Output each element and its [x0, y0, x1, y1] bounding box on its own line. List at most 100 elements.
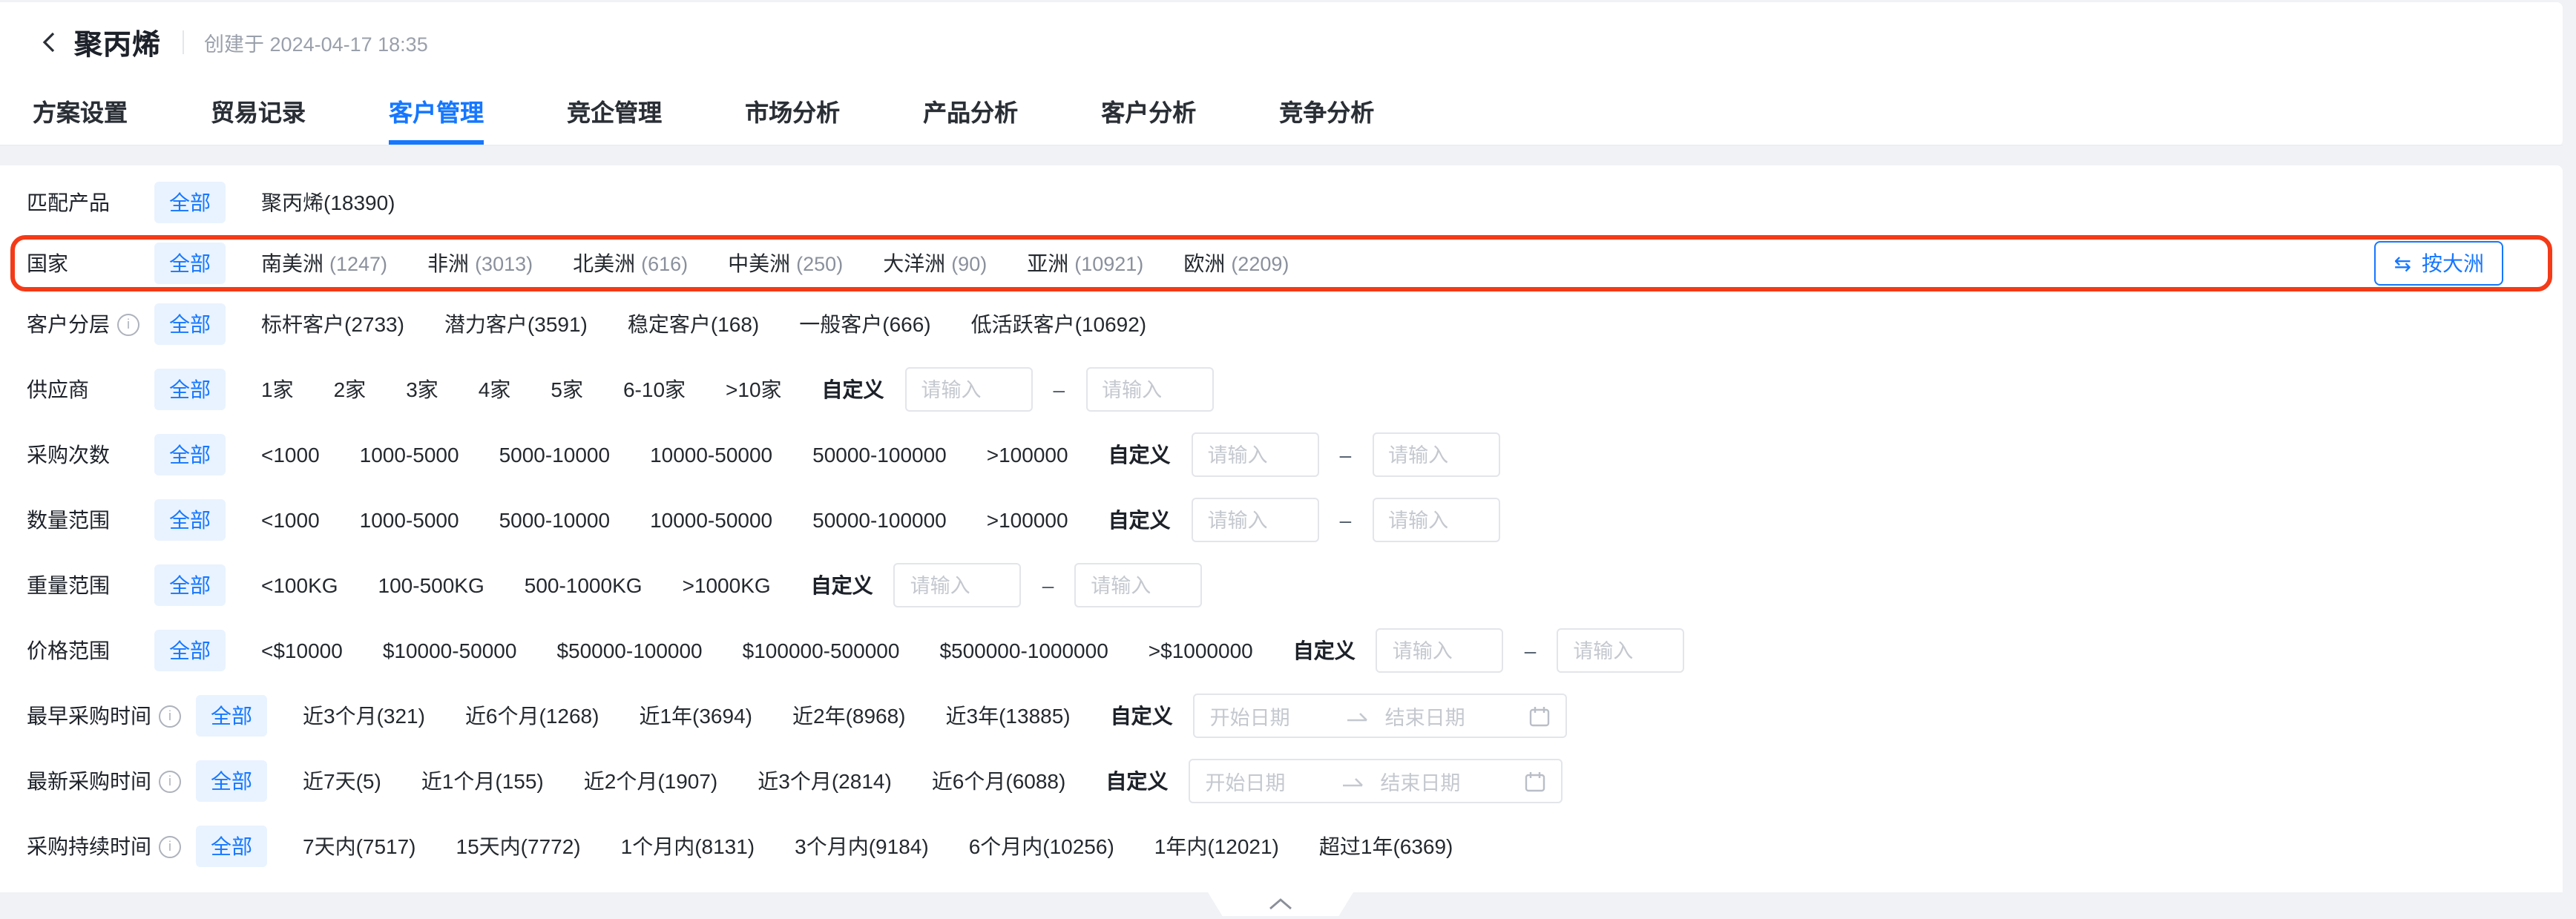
- info-icon[interactable]: i: [159, 770, 181, 792]
- filter-purchase-duration-option[interactable]: 15天内(7772): [456, 831, 581, 861]
- filter-weight-range-option[interactable]: 100-500KG: [378, 573, 484, 597]
- filter-latest-purchase-time-custom[interactable]: 自定义: [1105, 766, 1168, 796]
- filter-customer-tier-option[interactable]: 一般客户(666): [799, 309, 930, 339]
- filter-suppliers-option[interactable]: 4家: [479, 375, 511, 404]
- filter-matched-product-option[interactable]: 聚丙烯(18390): [261, 188, 395, 217]
- filter-price-range-option[interactable]: >$1000000: [1149, 639, 1253, 662]
- back-button[interactable]: [36, 29, 62, 56]
- filter-suppliers-custom[interactable]: 自定义: [822, 375, 884, 404]
- filter-country-option[interactable]: 亚洲(10921): [1027, 248, 1143, 278]
- filter-price-range-max-input[interactable]: [1557, 628, 1684, 673]
- filter-quantity-range-option[interactable]: >100000: [987, 508, 1068, 532]
- filter-purchase-duration-option[interactable]: 超过1年(6369): [1319, 831, 1453, 861]
- filter-price-range-option[interactable]: $50000-100000: [556, 639, 702, 662]
- filter-country-option[interactable]: 非洲(3013): [427, 248, 533, 278]
- filter-price-range-all[interactable]: 全部: [154, 630, 226, 671]
- filter-weight-range-option[interactable]: >1000KG: [683, 573, 771, 597]
- filter-suppliers-option[interactable]: 6-10家: [623, 375, 686, 404]
- filter-quantity-range-max-input[interactable]: [1372, 498, 1499, 542]
- tab-customer-management[interactable]: 客户管理: [389, 76, 484, 145]
- filter-purchase-count-option[interactable]: <1000: [261, 443, 320, 467]
- filter-country-option[interactable]: 中美洲(250): [728, 248, 843, 278]
- filter-quantity-range-option[interactable]: 1000-5000: [360, 508, 459, 532]
- filter-earliest-purchase-time-custom[interactable]: 自定义: [1111, 701, 1173, 731]
- filter-quantity-range-custom[interactable]: 自定义: [1108, 505, 1171, 535]
- filter-earliest-purchase-time-option[interactable]: 近1年(3694): [639, 701, 752, 731]
- filter-matched-product-all[interactable]: 全部: [154, 182, 226, 223]
- filter-weight-range-option[interactable]: <100KG: [261, 573, 338, 597]
- info-icon[interactable]: i: [159, 835, 181, 857]
- filter-purchase-count-option[interactable]: >100000: [987, 443, 1068, 467]
- filter-purchase-duration-option[interactable]: 7天内(7517): [303, 831, 416, 861]
- filter-country-option[interactable]: 大洋洲(90): [883, 248, 987, 278]
- tab-product-analysis[interactable]: 产品分析: [923, 76, 1018, 145]
- filter-suppliers-max-input[interactable]: [1085, 367, 1213, 412]
- tab-market-analysis[interactable]: 市场分析: [745, 76, 840, 145]
- filter-price-range-custom[interactable]: 自定义: [1293, 636, 1356, 665]
- filter-quantity-range-min-input[interactable]: [1192, 498, 1319, 542]
- filter-latest-purchase-time-date-range-input[interactable]: 开始日期结束日期: [1189, 759, 1563, 803]
- filter-customer-tier-option[interactable]: 稳定客户(168): [628, 309, 759, 339]
- filter-earliest-purchase-time-option[interactable]: 近6个月(1268): [465, 701, 599, 731]
- tab-competition-analysis[interactable]: 竞争分析: [1279, 76, 1374, 145]
- filter-country-option[interactable]: 欧洲(2209): [1183, 248, 1289, 278]
- filter-purchase-count-all[interactable]: 全部: [154, 434, 226, 475]
- filter-latest-purchase-time-option[interactable]: 近3个月(2814): [758, 766, 892, 796]
- collapse-panel-button[interactable]: [1208, 892, 1353, 916]
- filter-weight-range-all[interactable]: 全部: [154, 564, 226, 606]
- filter-price-range-option[interactable]: <$10000: [261, 639, 343, 662]
- filter-suppliers-min-input[interactable]: [905, 367, 1033, 412]
- filter-country-all[interactable]: 全部: [154, 243, 226, 284]
- info-icon[interactable]: i: [117, 313, 139, 335]
- tab-plan-settings[interactable]: 方案设置: [33, 76, 128, 145]
- filter-earliest-purchase-time-option[interactable]: 近2年(8968): [792, 701, 906, 731]
- filter-price-range-min-input[interactable]: [1376, 628, 1504, 673]
- filter-price-range-option[interactable]: $10000-50000: [383, 639, 517, 662]
- filter-weight-range-max-input[interactable]: [1074, 563, 1202, 607]
- filter-quantity-range-option[interactable]: <1000: [261, 508, 320, 532]
- filter-earliest-purchase-time-all[interactable]: 全部: [196, 695, 267, 737]
- tab-trade-records[interactable]: 贸易记录: [211, 76, 306, 145]
- filter-country-option[interactable]: 北美洲(616): [573, 248, 688, 278]
- filter-customer-tier-option[interactable]: 低活跃客户(10692): [971, 309, 1147, 339]
- filter-purchase-count-option[interactable]: 1000-5000: [360, 443, 459, 467]
- filter-suppliers-option[interactable]: 2家: [334, 375, 367, 404]
- filter-purchase-duration-option[interactable]: 1个月内(8131): [621, 831, 755, 861]
- filter-customer-tier-option[interactable]: 潜力客户(3591): [444, 309, 588, 339]
- filter-weight-range-option[interactable]: 500-1000KG: [525, 573, 643, 597]
- filter-purchase-count-option[interactable]: 10000-50000: [650, 443, 772, 467]
- filter-purchase-duration-option[interactable]: 3个月内(9184): [795, 831, 929, 861]
- filter-weight-range-custom[interactable]: 自定义: [811, 570, 873, 600]
- filter-purchase-count-min-input[interactable]: [1192, 432, 1319, 477]
- filter-purchase-count-option[interactable]: 50000-100000: [812, 443, 947, 467]
- filter-earliest-purchase-time-option[interactable]: 近3年(13885): [946, 701, 1071, 731]
- tab-competitor-management[interactable]: 竞企管理: [567, 76, 662, 145]
- filter-customer-tier-option[interactable]: 标杆客户(2733): [261, 309, 404, 339]
- filter-latest-purchase-time-option[interactable]: 近6个月(6088): [932, 766, 1066, 796]
- filter-latest-purchase-time-option[interactable]: 近2个月(1907): [584, 766, 718, 796]
- filter-earliest-purchase-time-date-range-input[interactable]: 开始日期结束日期: [1194, 694, 1568, 738]
- filter-quantity-range-option[interactable]: 50000-100000: [812, 508, 947, 532]
- tab-customer-analysis[interactable]: 客户分析: [1101, 76, 1196, 145]
- filter-latest-purchase-time-all[interactable]: 全部: [196, 760, 267, 802]
- info-icon[interactable]: i: [159, 705, 181, 727]
- filter-price-range-option[interactable]: $500000-1000000: [939, 639, 1108, 662]
- filter-latest-purchase-time-option[interactable]: 近1个月(155): [421, 766, 544, 796]
- filter-quantity-range-all[interactable]: 全部: [154, 499, 226, 541]
- filter-purchase-duration-option[interactable]: 1年内(12021): [1154, 831, 1279, 861]
- filter-quantity-range-option[interactable]: 5000-10000: [499, 508, 611, 532]
- filter-latest-purchase-time-option[interactable]: 近7天(5): [303, 766, 381, 796]
- filter-price-range-option[interactable]: $100000-500000: [743, 639, 900, 662]
- filter-suppliers-option[interactable]: 1家: [261, 375, 294, 404]
- filter-quantity-range-option[interactable]: 10000-50000: [650, 508, 772, 532]
- filter-purchase-duration-all[interactable]: 全部: [196, 826, 267, 867]
- filter-customer-tier-all[interactable]: 全部: [154, 303, 226, 345]
- filter-earliest-purchase-time-option[interactable]: 近3个月(321): [303, 701, 425, 731]
- filter-purchase-duration-option[interactable]: 6个月内(10256): [969, 831, 1114, 861]
- filter-country-option[interactable]: 南美洲(1247): [261, 248, 387, 278]
- filter-suppliers-all[interactable]: 全部: [154, 369, 226, 410]
- filter-purchase-count-custom[interactable]: 自定义: [1108, 440, 1171, 470]
- filter-suppliers-option[interactable]: >10家: [726, 375, 782, 404]
- filter-suppliers-option[interactable]: 5家: [551, 375, 583, 404]
- group-by-continent-button[interactable]: ⇆按大洲: [2375, 241, 2503, 286]
